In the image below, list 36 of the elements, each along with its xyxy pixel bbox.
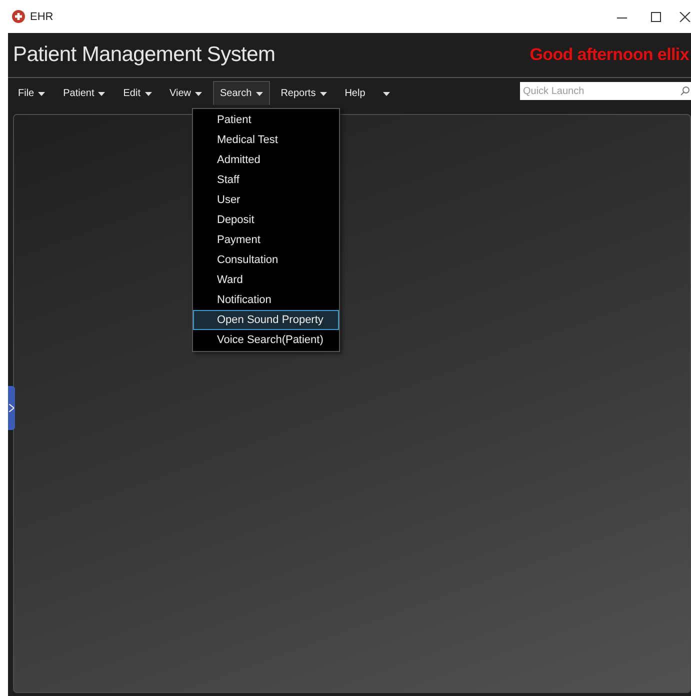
caret-icon bbox=[256, 92, 263, 96]
search-icon bbox=[681, 86, 690, 96]
caret-icon bbox=[195, 92, 202, 96]
caret-icon bbox=[98, 92, 106, 96]
caret-icon bbox=[383, 92, 390, 96]
dropdown-item[interactable]: Payment bbox=[193, 230, 339, 250]
dropdown-item[interactable]: Open Sound Property bbox=[193, 310, 339, 330]
quick-launch-field[interactable]: Quick Launch bbox=[520, 82, 691, 100]
side-panel-toggle[interactable] bbox=[8, 386, 15, 430]
menu-item[interactable]: File bbox=[11, 81, 52, 105]
app-logo-icon bbox=[12, 10, 25, 23]
maximize-icon bbox=[651, 12, 661, 22]
greeting: Good afternoon ellix bbox=[530, 45, 689, 65]
menu-item[interactable]: Patient bbox=[56, 81, 112, 105]
menu-item[interactable]: Help bbox=[338, 81, 372, 105]
caret-icon bbox=[320, 92, 327, 96]
menu-item[interactable]: Edit bbox=[116, 81, 158, 105]
dropdown-item[interactable]: Voice Search(Patient) bbox=[193, 330, 339, 350]
dropdown-item[interactable]: Ward bbox=[193, 270, 339, 290]
caret-icon bbox=[144, 92, 152, 96]
chevron-right-icon bbox=[9, 404, 14, 412]
app-title: Patient Management System bbox=[13, 43, 276, 67]
dropdown-item[interactable]: Admitted bbox=[193, 150, 339, 170]
menu-item[interactable]: Reports bbox=[274, 81, 334, 105]
dropdown-item[interactable]: Patient bbox=[193, 110, 339, 130]
dropdown-item[interactable]: Staff bbox=[193, 170, 339, 190]
dropdown-item[interactable]: Deposit bbox=[193, 210, 339, 230]
window-title: EHR bbox=[30, 10, 54, 22]
dropdown-item[interactable]: Notification bbox=[193, 290, 339, 310]
close-icon bbox=[679, 12, 691, 22]
dropdown-item[interactable]: Consultation bbox=[193, 250, 339, 270]
caret-icon bbox=[38, 92, 46, 96]
dropdown-item[interactable]: Medical Test bbox=[193, 130, 339, 150]
menu-item[interactable]: View bbox=[162, 81, 209, 105]
dropdown-item[interactable]: User bbox=[193, 190, 339, 210]
menu-item[interactable]: Search bbox=[213, 81, 270, 105]
